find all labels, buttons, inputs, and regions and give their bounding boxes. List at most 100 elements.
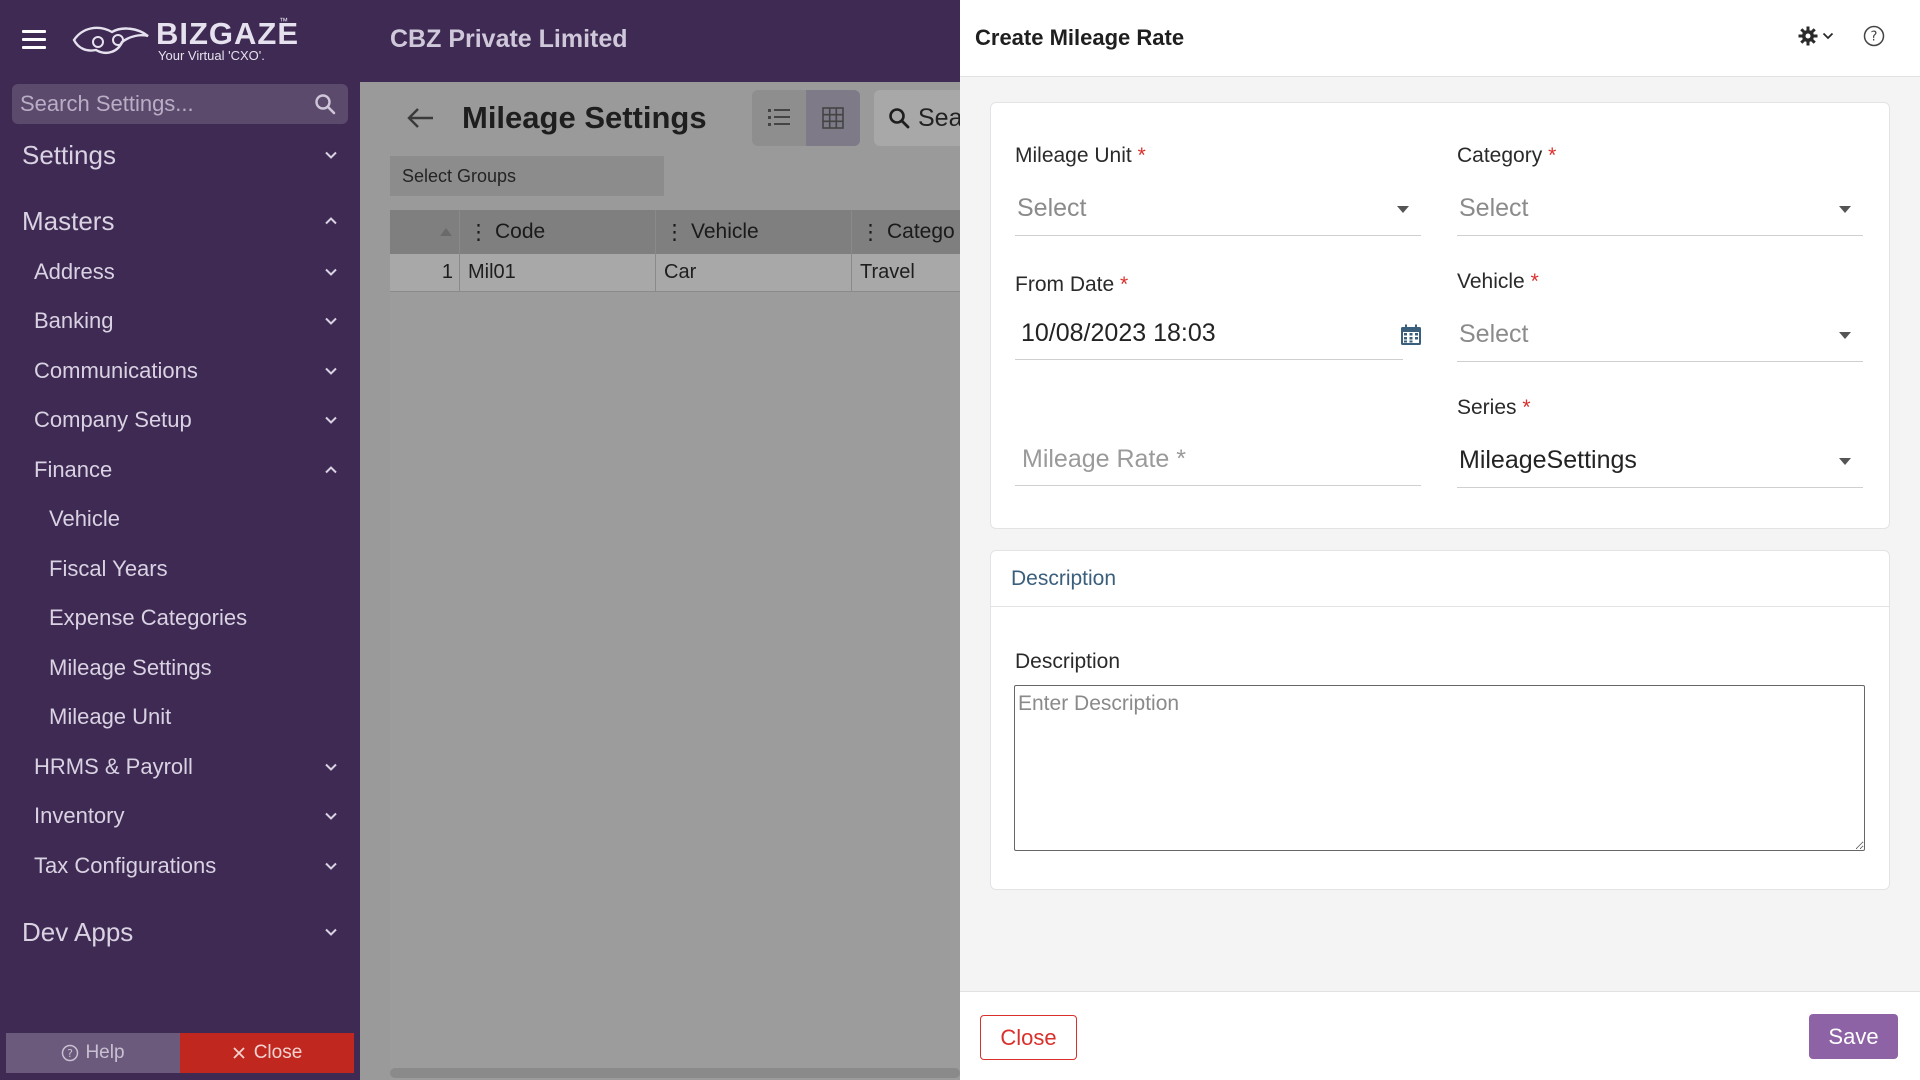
svg-text:?: ? (68, 1047, 74, 1060)
sidebar-item-mileage-unit[interactable]: Mileage Unit (0, 699, 360, 735)
gear-icon (1798, 26, 1818, 46)
vehicle-select[interactable]: Select (1457, 310, 1863, 362)
sidebar-item-banking[interactable]: Banking (0, 303, 360, 339)
help-button[interactable]: ? Help (6, 1033, 180, 1073)
sidebar-item-settings[interactable]: Settings (0, 135, 360, 175)
select-groups-dropdown[interactable]: Select Groups (390, 156, 664, 196)
sidebar-item-label: Inventory (34, 803, 125, 828)
required-marker: * (1530, 270, 1539, 293)
sidebar-item-masters[interactable]: Masters (0, 201, 360, 241)
sidebar-item-label: Settings (22, 139, 116, 170)
required-marker: * (1548, 144, 1557, 167)
column-header-label: Catego (887, 220, 955, 243)
dropdown-caret-icon (1839, 332, 1851, 339)
table-row[interactable]: 1 Mil01 Car Travel (390, 254, 960, 292)
sidebar-item-label: Address (34, 259, 115, 284)
field-label-text: From Date (1015, 273, 1115, 296)
description-section-title: Description (1011, 567, 1117, 590)
column-header-code[interactable]: ⋮ Code (460, 210, 656, 254)
sidebar-item-fiscal-years[interactable]: Fiscal Years (0, 551, 360, 587)
sidebar-item-label: Tax Configurations (34, 853, 217, 878)
category-value: Select (1459, 194, 1529, 222)
svg-text:?: ? (1871, 30, 1878, 45)
grid-view-button[interactable] (806, 90, 860, 146)
brand-trademark: ™ (279, 16, 288, 26)
settings-dropdown[interactable] (1798, 26, 1834, 46)
chevron-up-icon (325, 466, 337, 474)
sidebar-item-hrms-payroll[interactable]: HRMS & Payroll (0, 749, 360, 785)
question-circle-icon: ? (62, 1044, 79, 1062)
grid-header: ⋮ Code ⋮ Vehicle ⋮ Catego (390, 210, 960, 254)
category-select[interactable]: Select (1457, 184, 1863, 236)
sidebar-item-company-setup[interactable]: Company Setup (0, 402, 360, 438)
sort-column-header[interactable] (390, 210, 460, 254)
chevron-down-icon (325, 317, 337, 325)
column-header-label: Code (495, 220, 546, 243)
drawer-title: Create Mileage Rate (975, 25, 1185, 50)
grid-view-icon (822, 107, 844, 129)
drawer-header: Create Mileage Rate ? (960, 0, 1920, 77)
series-value: MileageSettings (1459, 446, 1637, 474)
cell-vehicle[interactable]: Car (656, 254, 852, 291)
list-view-button[interactable] (752, 90, 806, 146)
sidebar-item-dev-apps[interactable]: Dev Apps (0, 912, 360, 952)
column-menu-icon[interactable]: ⋮ (664, 220, 685, 245)
sidebar-footer: ? Help Close (6, 1033, 354, 1073)
sidebar-item-expense-categories[interactable]: Expense Categories (0, 600, 360, 636)
from-date-label: From Date * (1015, 273, 1128, 297)
series-label: Series * (1457, 396, 1531, 420)
sidebar-item-label: Communications (34, 358, 198, 383)
sidebar-item-label: Masters (22, 205, 115, 236)
sidebar-item-tax-configurations[interactable]: Tax Configurations (0, 848, 360, 884)
sidebar-item-label: Banking (34, 308, 114, 333)
sidebar-item-label: Expense Categories (49, 605, 248, 630)
settings-search-input[interactable] (12, 84, 302, 124)
column-menu-icon[interactable]: ⋮ (860, 220, 881, 245)
description-label: Description (1015, 650, 1121, 673)
bizgaze-logo[interactable]: BIZGAZE ™ Your Virtual 'CXO'. (72, 14, 302, 66)
chevron-down-icon (325, 763, 337, 771)
hamburger-menu-icon[interactable] (22, 30, 46, 50)
search-icon[interactable] (314, 93, 336, 115)
grid-body (390, 292, 960, 1080)
close-button[interactable]: Close (980, 1015, 1077, 1060)
column-header-vehicle[interactable]: ⋮ Vehicle (656, 210, 852, 254)
column-menu-icon[interactable]: ⋮ (468, 220, 489, 245)
horizontal-scrollbar[interactable] (390, 1068, 960, 1078)
sidebar-item-vehicle[interactable]: Vehicle (0, 501, 360, 537)
sidebar-item-inventory[interactable]: Inventory (0, 798, 360, 834)
settings-search (12, 84, 348, 124)
calendar-icon[interactable] (1400, 324, 1422, 346)
mileage-unit-label: Mileage Unit * (1015, 144, 1146, 168)
cell-code[interactable]: Mil01 (460, 254, 656, 291)
drawer-footer: Close Save (960, 991, 1920, 1080)
help-circle-icon[interactable]: ? (1863, 25, 1885, 47)
chevron-down-icon (325, 862, 337, 870)
sidebar-item-label: Mileage Settings (49, 655, 212, 680)
column-header-category[interactable]: ⋮ Catego (852, 210, 960, 254)
required-marker: * (1120, 273, 1129, 296)
series-select[interactable]: MileageSettings (1457, 436, 1863, 488)
grid-search-text: Sea (918, 103, 963, 132)
sidebar-item-address[interactable]: Address (0, 254, 360, 290)
mileage-rate-field (1015, 434, 1421, 486)
sidebar-item-mileage-settings[interactable]: Mileage Settings (0, 650, 360, 686)
required-marker: * (1522, 396, 1531, 419)
mileage-rate-input[interactable] (1015, 434, 1415, 484)
company-name[interactable]: CBZ Private Limited (390, 25, 628, 54)
chevron-down-icon (325, 367, 337, 375)
vehicle-label: Vehicle * (1457, 270, 1539, 294)
back-arrow-icon[interactable] (406, 106, 436, 130)
sidebar-item-finance[interactable]: Finance (0, 452, 360, 488)
from-date-input[interactable] (1015, 308, 1395, 358)
chevron-up-icon (325, 217, 337, 225)
description-textarea[interactable] (1014, 685, 1865, 851)
save-button[interactable]: Save (1809, 1014, 1898, 1059)
sidebar-item-label: HRMS & Payroll (34, 754, 193, 779)
sidebar-item-communications[interactable]: Communications (0, 353, 360, 389)
cell-category[interactable]: Travel (852, 254, 960, 291)
sidebar-close-button[interactable]: Close (180, 1033, 354, 1073)
mileage-unit-select[interactable]: Select (1015, 184, 1421, 236)
help-button-label: Help (85, 1042, 125, 1063)
from-date-field (1015, 308, 1403, 360)
